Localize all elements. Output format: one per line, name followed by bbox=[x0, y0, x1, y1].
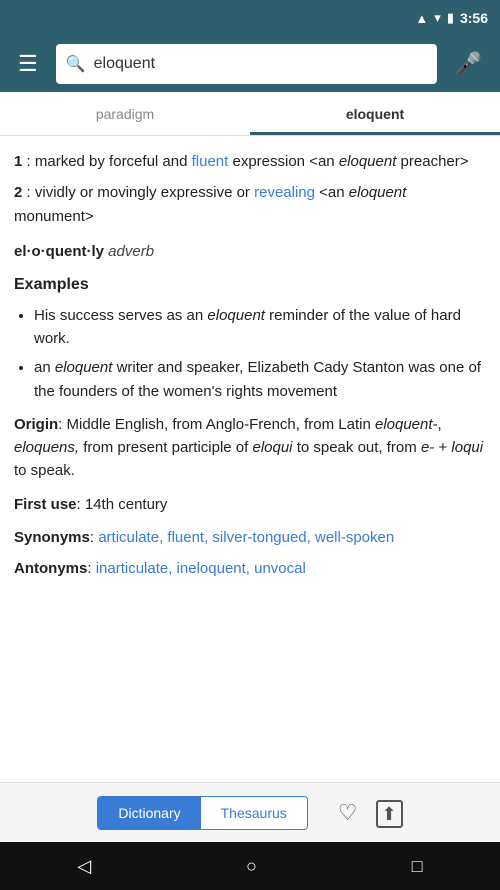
bottom-action-icons: ♡ ⬆ bbox=[338, 800, 403, 826]
origin-label: Origin bbox=[14, 416, 58, 433]
tabs-bar: paradigm eloquent bbox=[0, 92, 500, 136]
synonyms-colon: : bbox=[90, 529, 98, 546]
main-content: 1 : marked by forceful and fluent expres… bbox=[0, 136, 500, 782]
adverb-line: el·o·quent·ly adverb bbox=[14, 240, 486, 263]
search-input[interactable] bbox=[94, 55, 427, 73]
synonyms-label: Synonyms bbox=[14, 529, 90, 546]
definition-1: 1 : marked by forceful and fluent expres… bbox=[14, 150, 486, 173]
origin-text: : Middle English, from Anglo-French, fro… bbox=[14, 416, 483, 480]
bottom-bar: Dictionary Thesaurus ♡ ⬆ bbox=[0, 782, 500, 842]
favorite-button[interactable]: ♡ bbox=[338, 800, 358, 826]
def2-text-after: <an bbox=[315, 184, 349, 201]
def2-colon: : bbox=[22, 184, 35, 201]
adverb-pos: adverb bbox=[108, 243, 154, 260]
def2-italic: eloquent bbox=[349, 184, 407, 201]
def2-link-revealing[interactable]: revealing bbox=[254, 184, 315, 201]
antonyms-label: Antonyms bbox=[14, 560, 87, 577]
antonyms-colon: : bbox=[87, 560, 95, 577]
home-button[interactable]: ○ bbox=[226, 848, 277, 885]
hamburger-menu-button[interactable]: ☰ bbox=[10, 47, 46, 81]
def1-colon: : bbox=[22, 153, 35, 170]
first-use-text: : 14th century bbox=[77, 496, 168, 513]
dict-thes-toggle: Dictionary Thesaurus bbox=[97, 796, 307, 830]
adverb-word: el·o·quent·ly bbox=[14, 243, 104, 260]
signal-icon: ▲ bbox=[415, 11, 428, 26]
dictionary-tab-button[interactable]: Dictionary bbox=[98, 797, 200, 829]
battery-icon: ▮ bbox=[447, 10, 454, 26]
def1-italic: eloquent bbox=[339, 153, 397, 170]
status-bar: ▲ ▾ ▮ 3:56 bbox=[0, 0, 500, 36]
example-1: His success serves as an eloquent remind… bbox=[34, 304, 486, 351]
def2-text-end: monument> bbox=[14, 208, 94, 225]
first-use-label: First use bbox=[14, 496, 77, 513]
def1-text-end: preacher> bbox=[396, 153, 468, 170]
android-nav-bar: ◁ ○ □ bbox=[0, 842, 500, 890]
examples-list: His success serves as an eloquent remind… bbox=[14, 304, 486, 403]
example-2: an eloquent writer and speaker, Elizabet… bbox=[34, 356, 486, 403]
synonyms-links[interactable]: articulate, fluent, silver-tongued, well… bbox=[98, 529, 394, 546]
def1-text-before: marked by forceful and bbox=[35, 153, 192, 170]
back-button[interactable]: ◁ bbox=[57, 848, 111, 885]
def1-text-after: expression <an bbox=[228, 153, 339, 170]
search-icon: 🔍 bbox=[66, 54, 86, 74]
microphone-button[interactable]: 🎤 bbox=[447, 47, 490, 81]
def1-link-fluent[interactable]: fluent bbox=[192, 153, 229, 170]
tab-eloquent[interactable]: eloquent bbox=[250, 96, 500, 135]
examples-title: Examples bbox=[14, 273, 486, 298]
recent-apps-button[interactable]: □ bbox=[392, 848, 443, 885]
share-button[interactable]: ⬆ bbox=[376, 800, 403, 826]
status-time: 3:56 bbox=[460, 10, 488, 26]
def2-text-before: vividly or movingly expressive or bbox=[35, 184, 254, 201]
tab-paradigm[interactable]: paradigm bbox=[0, 96, 250, 135]
thesaurus-tab-button[interactable]: Thesaurus bbox=[201, 797, 307, 829]
origin-block: Origin: Middle English, from Anglo-Frenc… bbox=[14, 413, 486, 483]
antonyms-block: Antonyms: inarticulate, ineloquent, unvo… bbox=[14, 557, 486, 580]
antonyms-links[interactable]: inarticulate, ineloquent, unvocal bbox=[96, 560, 306, 577]
synonyms-block: Synonyms: articulate, fluent, silver-ton… bbox=[14, 526, 486, 549]
first-use-block: First use: 14th century bbox=[14, 493, 486, 516]
wifi-icon: ▾ bbox=[434, 10, 441, 26]
definition-2: 2 : vividly or movingly expressive or re… bbox=[14, 181, 486, 228]
search-input-wrapper: 🔍 bbox=[56, 44, 437, 84]
microphone-icon: 🎤 bbox=[455, 51, 482, 76]
search-bar: ☰ 🔍 🎤 bbox=[0, 36, 500, 92]
hamburger-icon: ☰ bbox=[18, 51, 38, 76]
share-icon: ⬆ bbox=[376, 800, 403, 828]
